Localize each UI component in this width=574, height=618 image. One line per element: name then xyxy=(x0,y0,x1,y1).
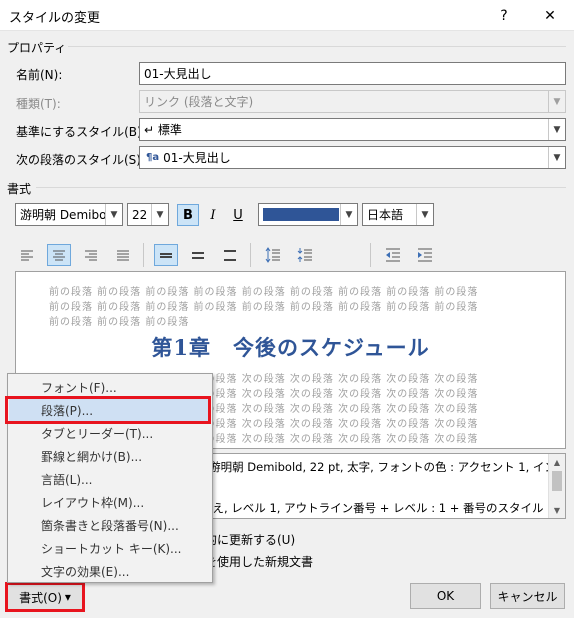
paragraph-highlight-box xyxy=(5,396,211,424)
ok-button[interactable]: OK xyxy=(410,583,481,609)
name-field-value: 01-大見出し xyxy=(144,67,212,81)
toolbar-separator xyxy=(250,243,251,267)
chevron-down-icon: ▾ xyxy=(64,590,71,604)
menu-item-text-effects[interactable]: 文字の効果(E)... xyxy=(9,560,211,583)
language-select-value: 日本語 xyxy=(367,208,404,222)
chevron-down-icon: ▼ xyxy=(548,119,565,140)
font-select-value: 游明朝 Demibold xyxy=(20,208,105,222)
menu-item-shortcut-key[interactable]: ショートカット キー(K)... xyxy=(9,537,211,560)
italic-button[interactable]: I xyxy=(202,204,224,226)
auto-update-label[interactable]: 的に更新する(U) xyxy=(205,531,295,548)
format-button-label: 書式(O) xyxy=(19,590,62,605)
one-half-spacing-button[interactable] xyxy=(186,244,210,266)
align-center-icon xyxy=(53,250,65,261)
toolbar-separator xyxy=(370,243,371,267)
scroll-thumb[interactable] xyxy=(552,471,562,491)
toolbar-separator xyxy=(143,243,144,267)
space-before-decrease-button[interactable] xyxy=(293,244,317,266)
previous-paragraph-text: 前の段落 前の段落 前の段落 xyxy=(49,317,190,328)
chevron-down-icon: ▼ xyxy=(340,204,357,225)
type-select-value: リンク (段落と文字) xyxy=(144,95,254,109)
align-center-button[interactable] xyxy=(47,244,71,266)
name-label: 名前(N): xyxy=(16,68,63,82)
underline-button[interactable]: U xyxy=(227,204,249,226)
scroll-down-icon[interactable]: ▼ xyxy=(549,502,565,518)
description-line: ) 游明朝 Demibold, 22 pt, 太字, フォントの色 : アクセン… xyxy=(201,460,556,474)
increase-indent-icon xyxy=(418,248,432,262)
double-spacing-button[interactable] xyxy=(218,244,242,266)
next-style-select[interactable]: ¶a 01-大見出し ▼ xyxy=(139,146,566,169)
name-field[interactable]: 01-大見出し xyxy=(139,62,566,85)
space-increase-icon xyxy=(265,247,280,263)
font-color-select[interactable]: ▼ xyxy=(258,203,358,226)
scroll-up-icon[interactable]: ▲ xyxy=(549,454,565,470)
align-right-icon xyxy=(85,250,97,261)
decrease-indent-button[interactable] xyxy=(381,244,405,266)
align-right-button[interactable] xyxy=(79,244,103,266)
justify-icon xyxy=(117,250,129,261)
format-button[interactable]: 書式(O) ▾ xyxy=(5,582,85,612)
decrease-indent-icon xyxy=(386,248,400,262)
type-select[interactable]: リンク (段落と文字) ▼ xyxy=(139,90,566,113)
menu-item-tabs[interactable]: タブとリーダー(T)... xyxy=(9,422,211,445)
language-select[interactable]: 日本語 ▼ xyxy=(362,203,434,226)
space-before-increase-button[interactable] xyxy=(261,244,285,266)
one-half-spacing-icon xyxy=(192,252,204,259)
increase-indent-button[interactable] xyxy=(413,244,437,266)
chevron-down-icon: ▼ xyxy=(548,147,565,168)
chevron-down-icon: ▼ xyxy=(105,204,122,225)
previous-paragraph-text: 前の段落 前の段落 前の段落 前の段落 前の段落 前の段落 前の段落 前の段落 … xyxy=(49,302,479,313)
font-size-select[interactable]: 22 ▼ xyxy=(127,203,169,226)
chevron-down-icon: ▼ xyxy=(548,91,565,112)
properties-section-label: プロパティ xyxy=(7,41,67,55)
align-left-icon xyxy=(21,250,33,261)
close-button[interactable]: ✕ xyxy=(530,0,570,31)
properties-divider xyxy=(68,46,566,47)
formatting-divider xyxy=(36,187,566,188)
based-on-label: 基準にするスタイル(B): xyxy=(16,125,146,139)
single-spacing-icon xyxy=(160,253,172,258)
description-line: 揃え, レベル 1, アウトライン番号 + レベル : 1 + 番号のスタイル … xyxy=(201,501,566,515)
preview-heading: 第1章 今後のスケジュール xyxy=(151,335,430,360)
next-style-select-value: 01-大見出し xyxy=(163,151,231,165)
font-select[interactable]: 游明朝 Demibold ▼ xyxy=(15,203,123,226)
align-left-button[interactable] xyxy=(15,244,39,266)
justify-button[interactable] xyxy=(111,244,135,266)
new-documents-label[interactable]: を使用した新規文書 xyxy=(205,553,313,570)
title-bar: スタイルの変更 ? ✕ xyxy=(0,0,574,31)
font-color-swatch xyxy=(263,208,339,221)
font-size-value: 22 xyxy=(132,207,148,222)
paragraph-style-icon: ¶a xyxy=(146,152,160,163)
formatting-section-label: 書式 xyxy=(7,182,32,196)
bold-button[interactable]: B xyxy=(177,204,199,226)
double-spacing-icon xyxy=(224,250,236,261)
based-on-select-value: ↵ 標準 xyxy=(144,123,182,137)
dialog-title: スタイルの変更 xyxy=(9,11,101,26)
help-button[interactable]: ? xyxy=(484,0,524,31)
menu-item-borders[interactable]: 罫線と網かけ(B)... xyxy=(9,445,211,468)
description-scrollbar[interactable]: ▲ ▼ xyxy=(548,454,565,518)
space-decrease-icon xyxy=(297,248,312,262)
previous-paragraph-text: 前の段落 前の段落 前の段落 前の段落 前の段落 前の段落 前の段落 前の段落 … xyxy=(49,287,479,298)
based-on-select[interactable]: ↵ 標準 ▼ xyxy=(139,118,566,141)
menu-item-frame[interactable]: レイアウト枠(M)... xyxy=(9,491,211,514)
cancel-button[interactable]: キャンセル xyxy=(490,583,565,609)
chevron-down-icon: ▼ xyxy=(151,204,168,225)
next-style-label: 次の段落のスタイル(S): xyxy=(16,153,146,167)
type-label: 種類(T): xyxy=(16,97,61,111)
menu-item-language[interactable]: 言語(L)... xyxy=(9,468,211,491)
chevron-down-icon: ▼ xyxy=(416,204,433,225)
menu-item-numbering[interactable]: 箇条書きと段落番号(N)... xyxy=(9,514,211,537)
single-spacing-button[interactable] xyxy=(154,244,178,266)
